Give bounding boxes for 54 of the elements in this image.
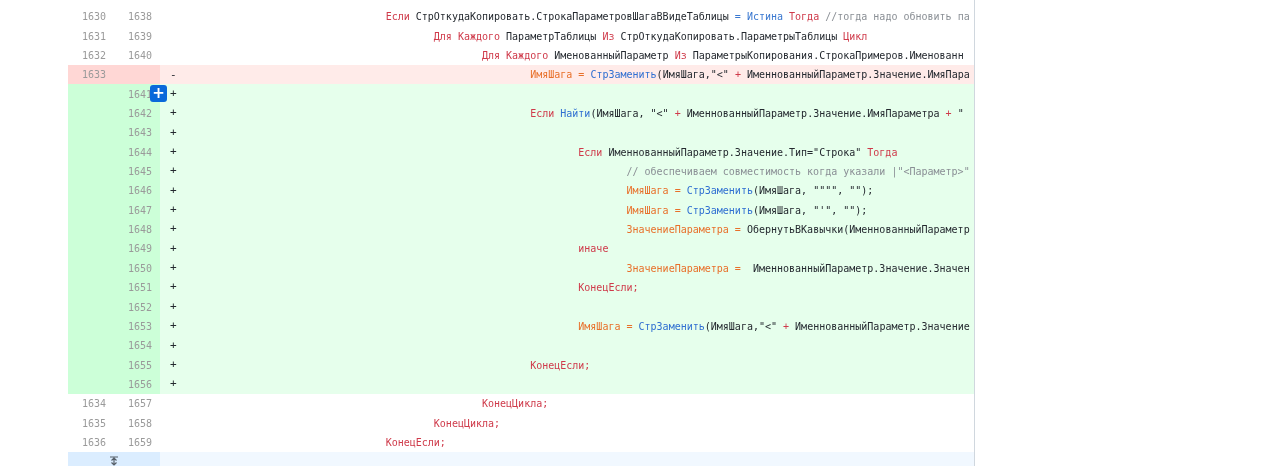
diff-sign: + bbox=[170, 164, 177, 178]
line-number: 1655 bbox=[112, 355, 160, 375]
line-number: 1656 bbox=[112, 374, 160, 395]
line-number: 1647 bbox=[112, 200, 160, 220]
code-line: Если СтрОткудаКопировать.СтрокаПараметровШагаВВидеТаблицы = Истина Тогда //тогда надо обновить па bbox=[384, 10, 970, 25]
diff-sign: + bbox=[170, 86, 177, 100]
diff-sign: + bbox=[170, 203, 177, 216]
add-comment-button[interactable]: + bbox=[150, 85, 167, 103]
diff-sign: + bbox=[170, 125, 177, 139]
diff-sign: + bbox=[170, 261, 177, 275]
expand-icon[interactable] bbox=[108, 456, 120, 466]
line-number: 1645 bbox=[112, 161, 160, 182]
diff-sign: + bbox=[170, 183, 177, 197]
line-number: 1650 bbox=[112, 258, 160, 279]
line-number: 1654 bbox=[112, 336, 160, 356]
line-number: 1652 bbox=[112, 297, 160, 317]
gutter-cell bbox=[112, 65, 160, 85]
line-number: 1646 bbox=[112, 181, 160, 201]
code-line: ИмяШага = СтрЗаменить(ИмяШага,"<" + ИменнованныйПараметр.Значение bbox=[577, 319, 970, 334]
diff-sign: + bbox=[170, 357, 177, 371]
diff-sign: + bbox=[170, 377, 177, 391]
code-line: ИмяШага = СтрЗаменить(ИмяШага, """", ""); bbox=[625, 184, 874, 199]
diff-sign: + bbox=[170, 222, 177, 236]
line-number: 1642 bbox=[112, 103, 160, 124]
line-number: 1653 bbox=[112, 316, 160, 337]
diff-sign: + bbox=[170, 144, 177, 158]
code-line: ЗначениеПараметра = ОбернутьВКавычки(ИменнованныйПараметр bbox=[625, 223, 970, 238]
diff-sign: - bbox=[170, 67, 177, 81]
line-number: 1633 bbox=[68, 65, 112, 85]
code-line: Для Каждого ПараметрТаблицы Из СтрОткудаКопировать.ПараметрыТаблицы Цикл bbox=[432, 29, 868, 44]
diff-sign: + bbox=[170, 280, 177, 294]
code-line: ЗначениеПараметра = ИменнованныйПараметр.Значение.Значен bbox=[625, 261, 970, 276]
diff-sign: + bbox=[170, 338, 177, 352]
line-number: 1649 bbox=[112, 239, 160, 259]
diff-sign: + bbox=[170, 241, 177, 255]
code-line: КонецЕсли; bbox=[384, 436, 446, 451]
code-line: ИмяШага = СтрЗаменить(ИмяШага, "'", ""); bbox=[625, 203, 868, 218]
line-number: 1651 bbox=[112, 278, 160, 298]
code-line: иначе bbox=[577, 242, 609, 257]
code-line: КонецЦикла; bbox=[481, 397, 549, 412]
line-number: 1648 bbox=[112, 219, 160, 240]
code-line: КонецЕсли; bbox=[577, 281, 639, 296]
code-line: Если Найти(ИмяШага, "<" + ИменнованныйПараметр.Значение.ИмяПараметра + " bbox=[529, 106, 964, 121]
code-line: Для Каждого ИменованныйПараметр Из ПараметрыКопирования.СтрокаПримеров.Именованн bbox=[481, 48, 964, 63]
code-line: Если ИменнованныйПараметр.Значение.Тип="Строка" Тогда bbox=[577, 145, 898, 160]
code-line: ИмяШага = СтрЗаменить(ИмяШага,"<" + ИменнованныйПараметр.Значение.ИмяПара bbox=[529, 68, 970, 83]
diff-sign: + bbox=[170, 319, 177, 333]
line-number: 1643 bbox=[112, 123, 160, 143]
code-line: // обеспечиваем совместимость когда указали |"<Параметр>" bbox=[625, 165, 970, 180]
diff-sign: + bbox=[170, 299, 177, 313]
code-line: КонецЦикла; bbox=[432, 416, 501, 431]
diff-sign: + bbox=[170, 106, 177, 120]
line-number: 1644 bbox=[112, 142, 160, 162]
code-line: КонецЕсли; bbox=[529, 358, 591, 373]
